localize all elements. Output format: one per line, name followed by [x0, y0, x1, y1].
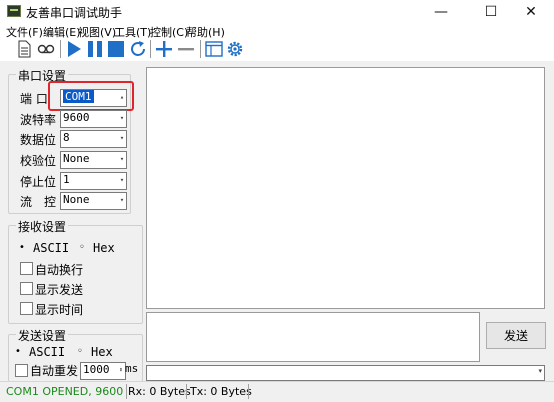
parity-select[interactable]: None ▾: [60, 151, 127, 169]
send-textarea[interactable]: [146, 312, 480, 362]
minus-icon[interactable]: [176, 39, 196, 59]
send-hex-label: Hex: [91, 345, 113, 359]
plus-icon[interactable]: [154, 39, 174, 59]
show-send-label: 显示发送: [35, 283, 84, 297]
show-send-checkbox[interactable]: [20, 282, 33, 295]
toolbar-separator: [200, 40, 201, 58]
status-divider: [248, 384, 249, 399]
flow-value: None: [63, 193, 90, 206]
flow-select[interactable]: None ▾: [60, 192, 127, 210]
minimize-button[interactable]: —: [418, 0, 464, 24]
toolbar-separator: [150, 40, 151, 58]
parity-label: 校验位: [20, 154, 57, 168]
title-bar[interactable]: 友善串口调试助手 — ☐ ✕: [0, 0, 554, 24]
interval-value: 1000: [83, 363, 110, 376]
show-time-checkbox[interactable]: [20, 302, 33, 315]
port-label: 端 口: [20, 92, 48, 106]
play-icon[interactable]: [64, 39, 84, 59]
receive-settings-title: 接收设置: [16, 218, 69, 235]
show-time-label: 显示时间: [35, 303, 84, 317]
window-title: 友善串口调试助手: [26, 6, 123, 20]
auto-resend-checkbox[interactable]: [15, 364, 28, 377]
document-icon[interactable]: [14, 39, 34, 59]
rx-count: Rx: 0 Bytes: [128, 385, 191, 398]
app-icon: [7, 5, 21, 17]
spinner-icon[interactable]: ⬍: [118, 364, 124, 376]
send-ascii-label: ASCII: [29, 345, 66, 359]
status-divider: [126, 384, 127, 399]
auto-newline-checkbox[interactable]: [20, 262, 33, 275]
databits-select[interactable]: 8 ▾: [60, 130, 127, 148]
chevron-down-icon: ▾: [119, 114, 125, 122]
receive-hex-label: Hex: [93, 241, 115, 255]
pause-icon[interactable]: [85, 39, 105, 59]
parity-value: None: [63, 152, 90, 165]
radio-hex-receive[interactable]: ◦: [79, 242, 85, 253]
auto-resend-label: 自动重发: [30, 364, 79, 378]
window-layout-icon[interactable]: [204, 39, 224, 59]
flow-label: 流 控: [20, 195, 57, 209]
baud-label: 波特率: [20, 113, 57, 127]
toolbar-separator: [60, 40, 61, 58]
chevron-down-icon: ▾: [119, 196, 125, 204]
stopbits-value: 1: [63, 173, 70, 186]
refresh-icon[interactable]: [128, 39, 148, 59]
chevron-down-icon: ▾: [119, 134, 125, 142]
gear-icon[interactable]: [225, 39, 245, 59]
interval-unit: ms: [125, 362, 139, 375]
tape-icon[interactable]: [36, 39, 56, 59]
menu-bar: 文件(F) 编辑(E) 视图(V) 工具(T) 控制(C) 帮助(H): [0, 24, 554, 39]
radio-ascii-send[interactable]: •: [15, 346, 21, 357]
status-bar: COM1 OPENED, 9600, 8, N Rx: 0 Bytes Tx: …: [0, 381, 554, 402]
receive-ascii-label: ASCII: [33, 241, 70, 255]
baud-select[interactable]: 9600 ▾: [60, 110, 127, 128]
toolbar: [0, 38, 554, 60]
port-highlight-box: [48, 81, 134, 111]
auto-newline-label: 自动换行: [35, 263, 84, 277]
chevron-down-icon: ▾: [119, 176, 125, 184]
close-button[interactable]: ✕: [508, 0, 554, 24]
stop-icon[interactable]: [106, 39, 126, 59]
interval-input[interactable]: 1000 ⬍: [80, 362, 126, 380]
send-button[interactable]: 发送: [486, 322, 546, 349]
receive-textarea[interactable]: [146, 67, 545, 309]
radio-hex-send[interactable]: ◦: [77, 346, 83, 357]
databits-label: 数据位: [20, 133, 57, 147]
baud-value: 9600: [63, 111, 90, 124]
send-settings-title: 发送设置: [16, 327, 69, 344]
port-status: COM1 OPENED, 9600, 8, N: [6, 385, 124, 398]
send-history-select[interactable]: ▾: [146, 365, 545, 381]
databits-value: 8: [63, 131, 70, 144]
tx-count: Tx: 0 Bytes: [190, 385, 252, 398]
radio-ascii-receive[interactable]: •: [19, 242, 25, 253]
stopbits-label: 停止位: [20, 175, 57, 189]
chevron-down-icon: ▾: [119, 155, 125, 163]
stopbits-select[interactable]: 1 ▾: [60, 172, 127, 190]
chevron-down-icon: ▾: [538, 367, 542, 375]
status-divider: [186, 384, 187, 399]
